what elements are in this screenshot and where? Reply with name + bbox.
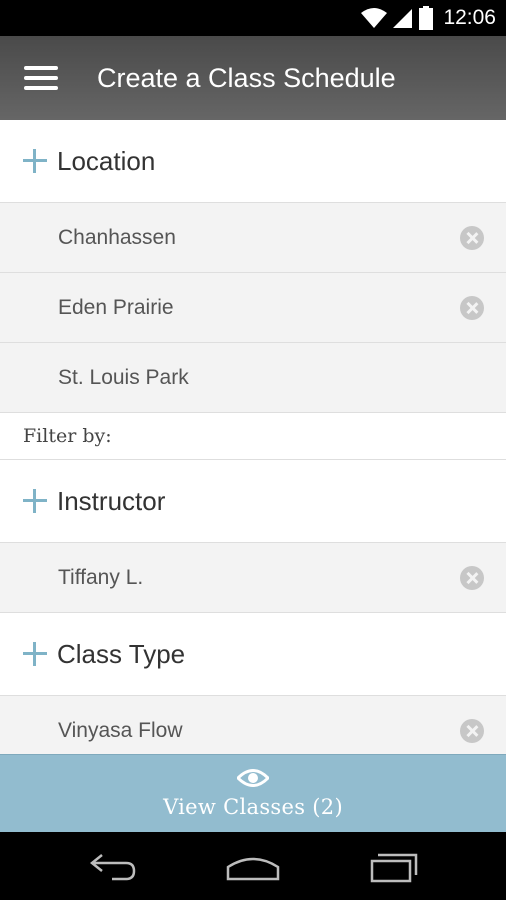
home-icon[interactable] (226, 849, 280, 883)
add-class-type-button[interactable]: Class Type (0, 613, 506, 696)
view-classes-label: View Classes (2) (163, 795, 343, 819)
filter-label: Filter by: (23, 425, 112, 447)
location-item[interactable]: St. Louis Park (0, 343, 506, 413)
wifi-icon (361, 8, 388, 28)
status-icons: 12:06 (361, 0, 496, 36)
class-type-item: Vinyasa Flow (0, 696, 506, 754)
eye-icon (237, 769, 269, 787)
location-item: Chanhassen (0, 203, 506, 273)
remove-icon[interactable] (460, 718, 484, 743)
schedule-form: Location Chanhassen Eden Prairie St. Lou… (0, 120, 506, 754)
page-title: Create a Class Schedule (97, 63, 396, 93)
location-item-label: Chanhassen (58, 225, 176, 249)
view-classes-button[interactable]: View Classes (2) (0, 754, 506, 833)
navigation-bar (0, 832, 506, 900)
recents-icon[interactable] (370, 849, 422, 883)
plus-icon (23, 642, 47, 666)
battery-icon (419, 6, 434, 30)
plus-icon (23, 489, 47, 513)
back-icon[interactable] (88, 849, 138, 883)
location-item-label: Eden Prairie (58, 295, 174, 319)
instructor-item-label: Tiffany L. (58, 565, 144, 589)
filter-heading: Filter by: (0, 413, 506, 460)
remove-icon[interactable] (460, 225, 484, 250)
menu-button[interactable] (18, 62, 62, 94)
app-bar: Create a Class Schedule (0, 36, 506, 120)
location-item: Eden Prairie (0, 273, 506, 343)
status-bar: 12:06 (0, 0, 506, 36)
class-type-item-label: Vinyasa Flow (58, 718, 183, 742)
remove-icon[interactable] (460, 565, 484, 590)
instructor-label: Instructor (57, 485, 166, 516)
location-label: Location (57, 145, 156, 176)
add-location-button[interactable]: Location (0, 120, 506, 203)
plus-icon (23, 149, 47, 173)
remove-icon[interactable] (460, 295, 484, 320)
class-type-label: Class Type (57, 638, 186, 669)
signal-icon (393, 9, 413, 28)
location-item-label: St. Louis Park (58, 365, 189, 389)
add-instructor-button[interactable]: Instructor (0, 460, 506, 543)
status-time: 12:06 (443, 6, 496, 29)
instructor-item: Tiffany L. (0, 543, 506, 613)
